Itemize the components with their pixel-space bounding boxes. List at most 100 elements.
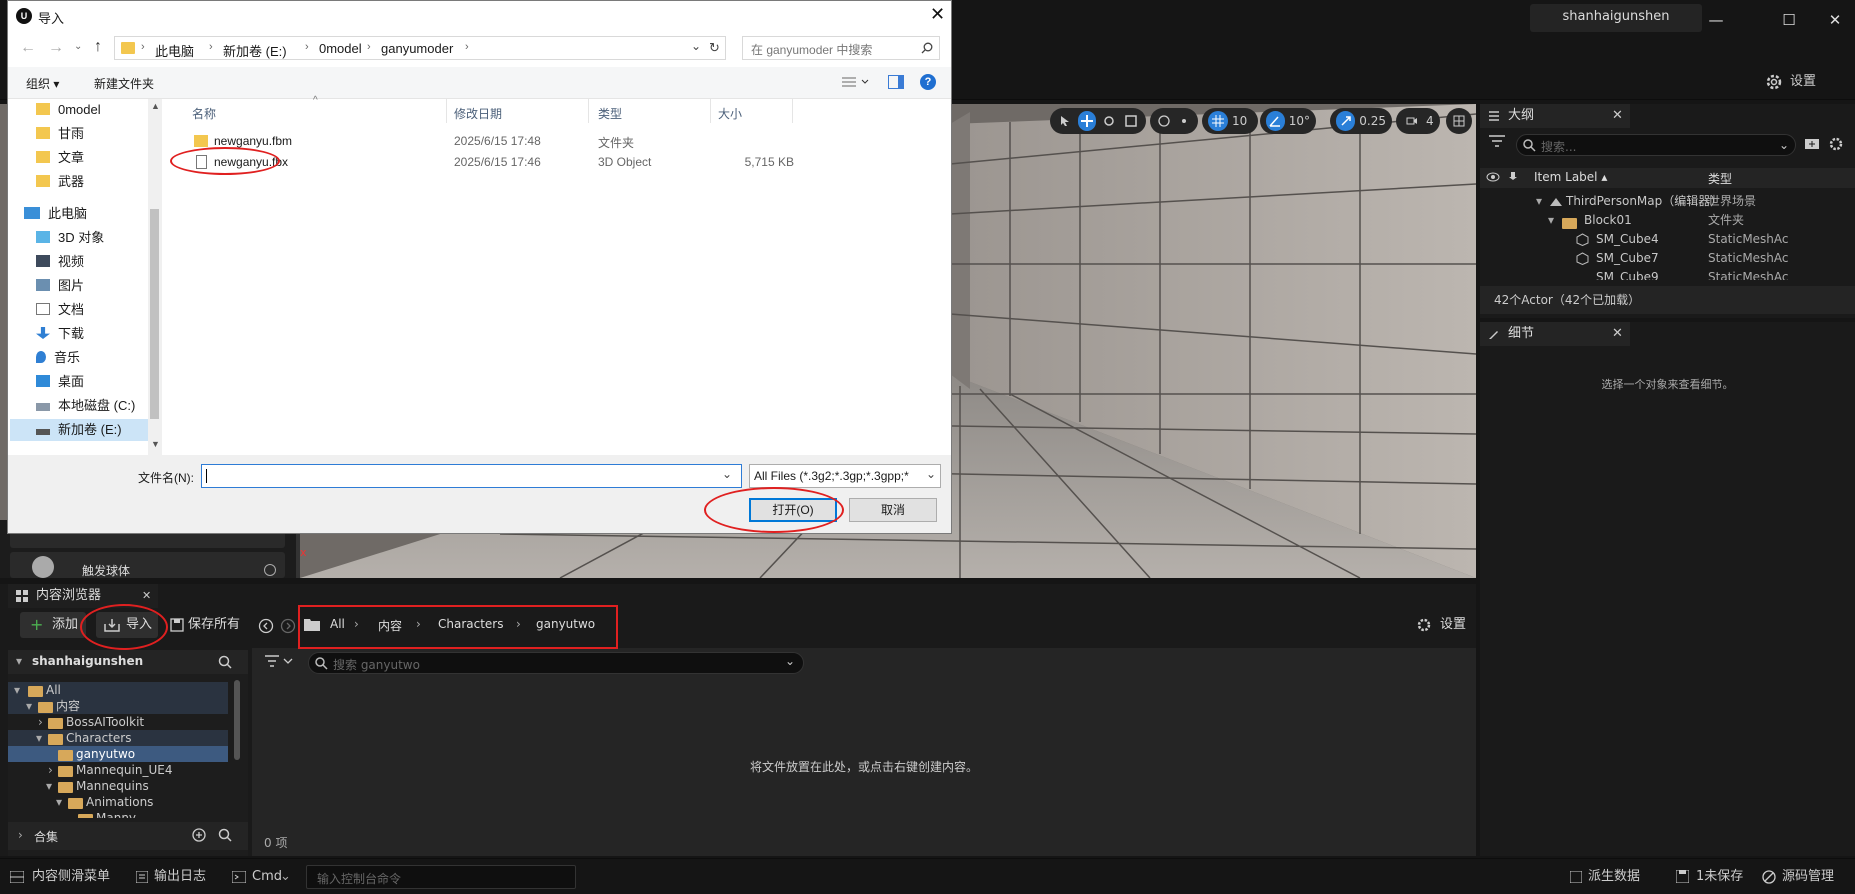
- path-segment[interactable]: 此电脑: [155, 41, 194, 60]
- forward-arrow-icon[interactable]: →: [48, 39, 64, 57]
- tree-item[interactable]: ▾ Characters: [8, 730, 228, 746]
- up-arrow-icon[interactable]: ↑: [94, 38, 102, 56]
- select-mode-icon[interactable]: [1056, 111, 1074, 131]
- chevron-right-icon[interactable]: ›: [305, 41, 309, 53]
- chevron-down-icon[interactable]: ⌄: [722, 467, 732, 481]
- nav-item[interactable]: 桌面: [36, 371, 84, 393]
- tree-item[interactable]: ▾ 内容: [8, 698, 228, 714]
- file-type-select[interactable]: All Files (*.3g2;*.3gp;*.3gpp;* ⌄: [749, 464, 941, 488]
- refresh-icon[interactable]: ↻: [709, 40, 720, 56]
- path-segment[interactable]: 0model: [319, 41, 362, 56]
- gear-icon[interactable]: [1828, 136, 1844, 152]
- nav-item[interactable]: 音乐: [36, 347, 80, 369]
- nav-item[interactable]: 视频: [36, 251, 84, 273]
- nav-scrollbar[interactable]: ▲ ▼: [148, 99, 162, 455]
- tree-item[interactable]: ▾ All: [8, 682, 228, 698]
- outliner-row[interactable]: SM_Cube7 StaticMeshAc: [1480, 249, 1855, 268]
- translate-mode-icon[interactable]: [1078, 111, 1096, 131]
- info-icon[interactable]: [264, 564, 276, 576]
- add-collection-icon[interactable]: [192, 828, 206, 842]
- filter-icon[interactable]: [1488, 134, 1512, 156]
- nav-item[interactable]: 甘雨: [36, 123, 84, 145]
- add-folder-icon[interactable]: [1804, 136, 1820, 150]
- viewport-layout-icon[interactable]: [1449, 111, 1469, 131]
- maximize-button[interactable]: ☐: [1777, 8, 1801, 32]
- rotate-mode-icon[interactable]: [1100, 111, 1118, 131]
- close-icon[interactable]: ✕: [1612, 322, 1623, 346]
- add-button[interactable]: + 添加: [20, 612, 86, 638]
- surface-snap-icon[interactable]: [1176, 111, 1192, 131]
- chevron-down-icon[interactable]: ⌄: [691, 39, 701, 53]
- dialog-close-icon[interactable]: ✕: [930, 4, 945, 25]
- organize-button[interactable]: 组织 ▾: [26, 75, 59, 92]
- nav-item[interactable]: 图片: [36, 275, 84, 297]
- outliner-search-input[interactable]: 搜索... ⌄: [1516, 134, 1796, 156]
- tree-item[interactable]: Manny: [8, 810, 228, 818]
- col-size[interactable]: 大小: [718, 105, 742, 122]
- chevron-right-icon[interactable]: ›: [465, 41, 469, 53]
- cb-asset-view[interactable]: 搜索 ganyutwo ⌄ 将文件放置在此处，或点击右键创建内容。 0 项: [252, 648, 1476, 856]
- outliner-row[interactable]: ▾ ThirdPersonMap（编辑器） 世界场景: [1480, 192, 1855, 211]
- eye-icon[interactable]: [1486, 171, 1500, 183]
- save-all-button[interactable]: 保存所有: [168, 612, 246, 638]
- filter-icon[interactable]: [264, 654, 294, 668]
- camera-speed-icon[interactable]: [1402, 111, 1422, 131]
- user-account-button[interactable]: shanhaigunshen: [1530, 4, 1702, 32]
- search-icon[interactable]: [218, 655, 232, 669]
- tree-item[interactable]: › Mannequin_UE4: [8, 762, 228, 778]
- nav-item-selected[interactable]: 新加卷 (E:): [10, 419, 148, 441]
- col-type[interactable]: 类型: [598, 105, 622, 122]
- scale-snap-icon[interactable]: [1336, 111, 1356, 131]
- search-icon[interactable]: [218, 828, 232, 842]
- cb-root-header[interactable]: ▾ shanhaigunshen: [8, 650, 248, 674]
- file-row[interactable]: newganyu.fbm 2025/6/15 17:48 文件夹: [168, 132, 788, 152]
- minimize-button[interactable]: —: [1704, 8, 1728, 32]
- col-item-label[interactable]: Item Label ▴: [1534, 170, 1607, 184]
- nav-item[interactable]: 本地磁盘 (C:): [36, 395, 135, 417]
- tree-item[interactable]: ▾ Animations: [8, 794, 228, 810]
- back-arrow-icon[interactable]: ←: [20, 39, 36, 57]
- cb-search-input[interactable]: 搜索 ganyutwo ⌄: [308, 652, 804, 674]
- nav-item[interactable]: 下载: [36, 323, 84, 345]
- view-options-icon[interactable]: [842, 76, 870, 88]
- scale-snap-value[interactable]: 0.25: [1359, 114, 1386, 128]
- place-item[interactable]: 触发球体: [10, 552, 285, 578]
- tree-item[interactable]: ▾ Mannequins: [8, 778, 228, 794]
- cb-settings-button[interactable]: 设置: [1414, 612, 1474, 638]
- world-space-icon[interactable]: [1156, 111, 1172, 131]
- console-input[interactable]: 输入控制台命令: [306, 865, 576, 889]
- chevron-down-icon[interactable]: ⌄: [785, 654, 795, 668]
- close-icon[interactable]: ✕: [1612, 104, 1623, 128]
- forward-icon[interactable]: [280, 618, 296, 634]
- path-segment[interactable]: ganyumoder: [381, 41, 453, 56]
- nav-item[interactable]: 武器: [36, 171, 84, 193]
- angle-snap-icon[interactable]: [1266, 111, 1285, 131]
- recent-dropdown-icon[interactable]: ⌄: [74, 41, 82, 52]
- back-icon[interactable]: [258, 618, 274, 634]
- grid-snap-value[interactable]: 10: [1232, 114, 1247, 128]
- tree-item-selected[interactable]: ganyutwo: [8, 746, 228, 762]
- chevron-down-icon[interactable]: ⌄: [1779, 138, 1789, 152]
- col-name[interactable]: 名称: [192, 105, 216, 122]
- col-date[interactable]: 修改日期: [454, 105, 502, 122]
- camera-speed-value[interactable]: 4: [1426, 114, 1434, 128]
- chevron-right-icon[interactable]: ›: [209, 41, 213, 53]
- pin-icon[interactable]: [1508, 171, 1518, 183]
- outliner-row[interactable]: SM_Cube9 StaticMeshAc: [1480, 268, 1855, 280]
- nav-item[interactable]: 0model: [36, 99, 101, 121]
- outliner-row[interactable]: SM_Cube4 StaticMeshAc: [1480, 230, 1855, 249]
- tab-outliner[interactable]: 大纲 ✕: [1480, 104, 1630, 128]
- nav-item[interactable]: 此电脑: [24, 203, 87, 225]
- col-type[interactable]: 类型: [1708, 170, 1732, 187]
- collections-header[interactable]: › 合集: [8, 822, 248, 850]
- angle-snap-value[interactable]: 10°: [1289, 114, 1310, 128]
- close-button[interactable]: ✕: [1823, 8, 1847, 32]
- grid-snap-icon[interactable]: [1208, 111, 1228, 131]
- cancel-button[interactable]: 取消: [849, 498, 937, 522]
- tree-item[interactable]: › BossAIToolkit: [8, 714, 228, 730]
- nav-item[interactable]: 文章: [36, 147, 84, 169]
- close-icon[interactable]: ✕: [142, 584, 151, 608]
- help-icon[interactable]: ?: [920, 74, 936, 90]
- toolbar-settings-button[interactable]: 设置: [1764, 70, 1850, 94]
- nav-item[interactable]: 文档: [36, 299, 84, 321]
